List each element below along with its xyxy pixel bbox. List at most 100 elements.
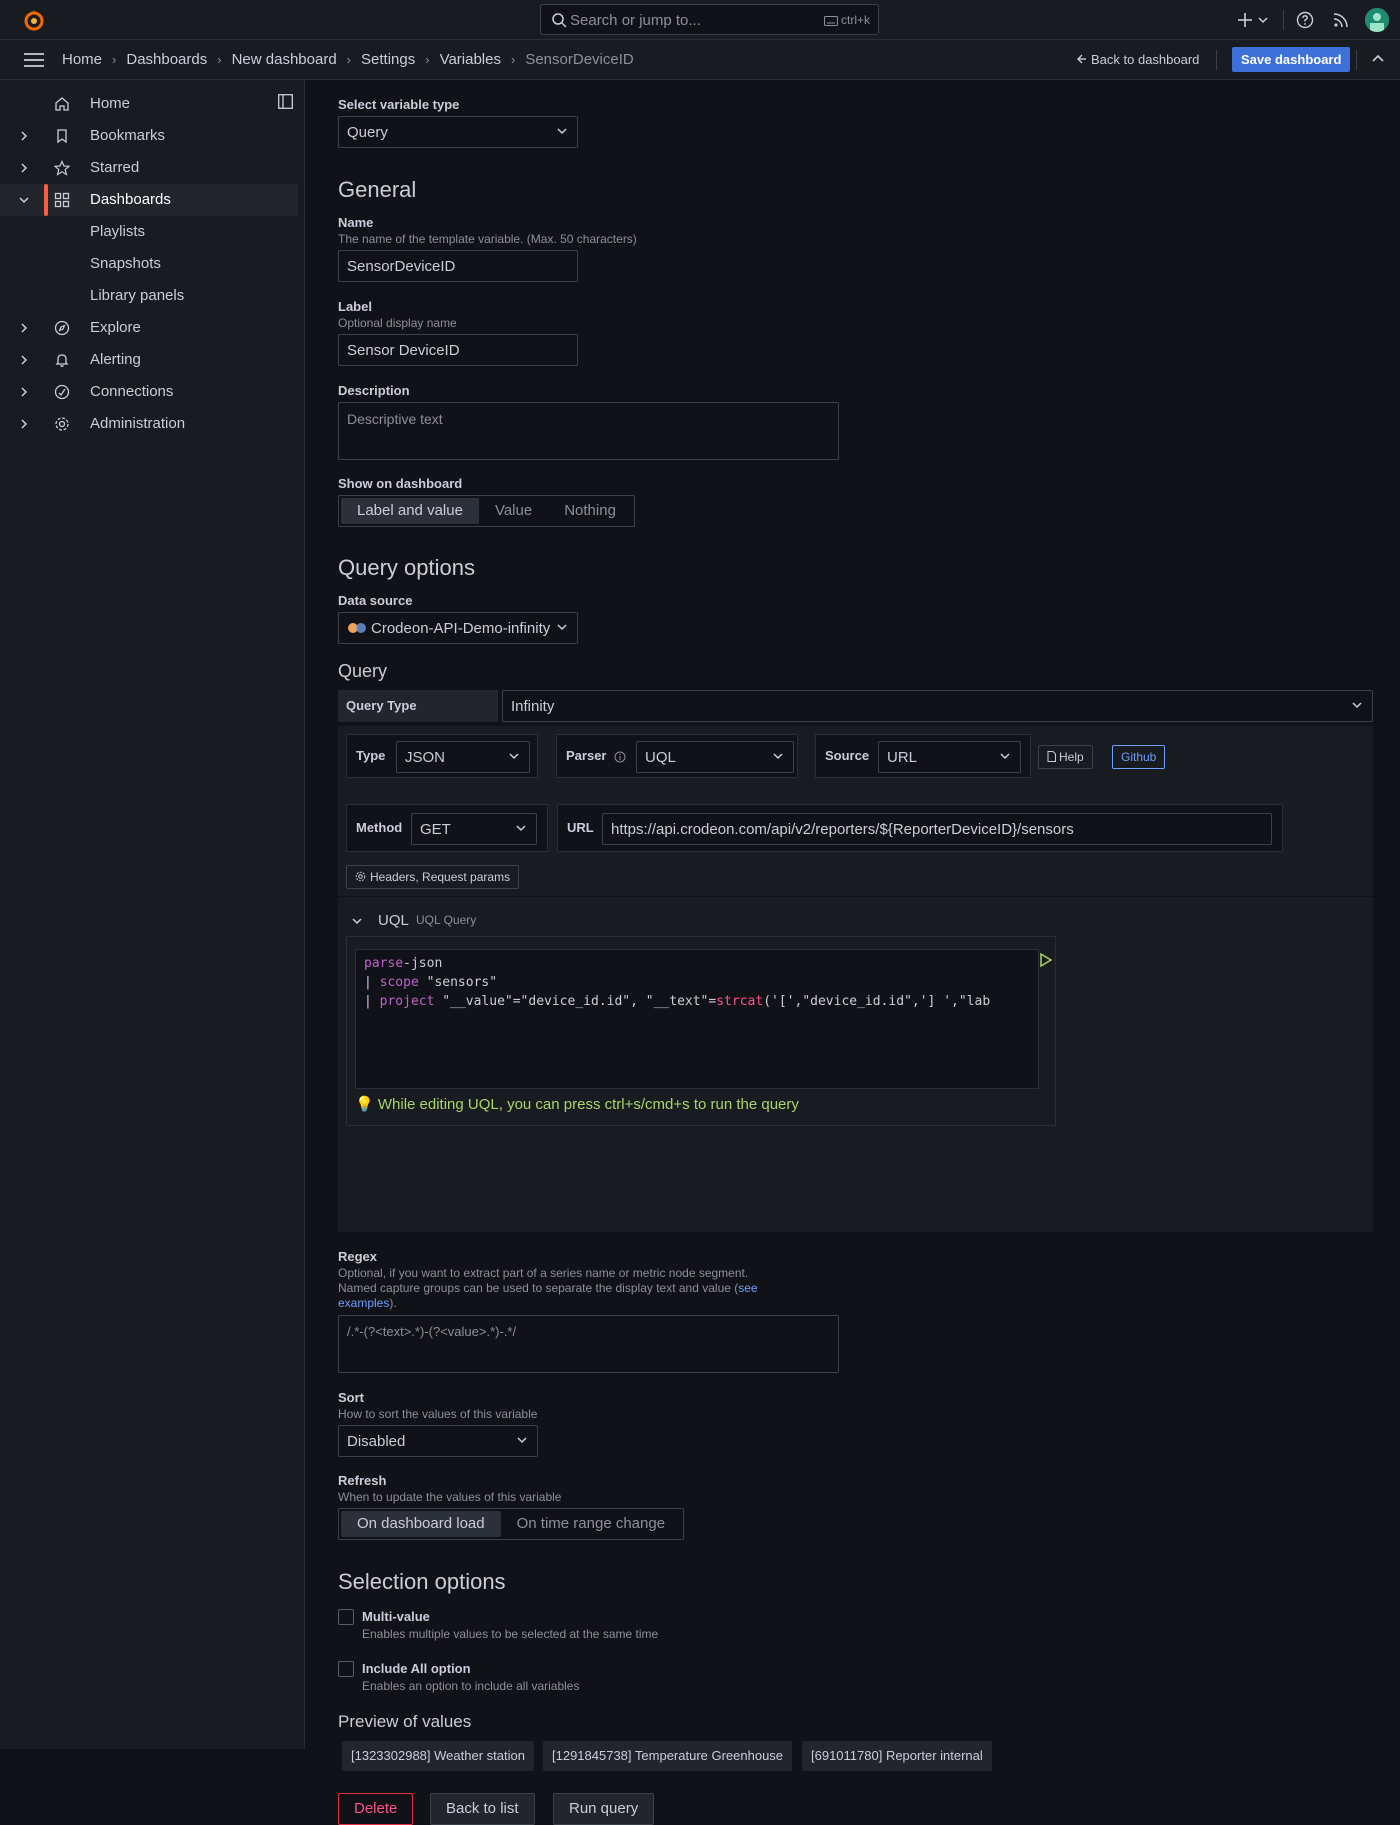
infinity-datasource-icon [348,623,366,633]
see-examples-link[interactable]: see [738,1281,757,1295]
show-option-nothing[interactable]: Nothing [548,498,632,524]
document-icon [1047,751,1056,762]
sidebar-subitem-snapshots[interactable]: Snapshots [90,255,161,272]
query-type-select[interactable]: Infinity [502,690,1373,722]
description-textarea[interactable]: Descriptive text [338,402,839,460]
regex-textarea[interactable]: /.*-(?<text>.*)-(?<value>.*)-.*/ [338,1315,839,1373]
refresh-option-time-range-change[interactable]: On time range change [501,1511,681,1537]
breadcrumb-settings[interactable]: Settings [361,51,415,68]
sidebar-item-home[interactable]: Home [0,88,298,120]
method-label: Method [356,820,403,835]
breadcrumb-variables[interactable]: Variables [440,51,501,68]
info-icon[interactable] [614,751,626,763]
sidebar-item-connections[interactable]: Connections [0,376,298,408]
breadcrumb: Home › Dashboards › New dashboard › Settings › V… [62,51,634,68]
code-line: parse-json [364,956,443,971]
breadcrumb-dashboards[interactable]: Dashboards [126,51,207,68]
data-source-picker[interactable]: Crodeon-API-Demo-infinity [338,612,578,644]
sidebar-item-administration[interactable]: Administration [0,408,298,440]
uql-code-editor[interactable]: parse-json | scope "sensors" | project "__… [355,949,1039,1089]
name-input[interactable]: SensorDeviceID [338,250,578,282]
back-to-dashboard-button[interactable]: Back to dashboard [1077,52,1199,67]
chevron-right-icon[interactable] [20,162,28,174]
uql-editor: parse-json | scope "sensors" | project "__… [346,936,1056,1126]
variable-type-select[interactable]: Query [338,116,578,148]
sidebar-subitem-library-panels[interactable]: Library panels [90,287,184,304]
chevron-down-icon [517,1437,527,1444]
multi-value-checkbox[interactable] [338,1609,354,1625]
include-all-label: Include All option [362,1661,471,1676]
sidebar-subitem-playlists[interactable]: Playlists [90,223,145,240]
sidebar-item-starred[interactable]: Starred [0,152,298,184]
refresh-radio: On dashboard load On time range change [338,1508,685,1540]
keyboard-icon [823,16,838,26]
source-field: Source URL [815,734,1031,778]
chevron-right-icon[interactable] [20,322,28,334]
chevron-right-icon[interactable] [20,130,28,142]
include-all-description: Enables an option to include all variabl… [362,1679,580,1693]
breadcrumb-home[interactable]: Home [62,51,102,68]
add-new-icon[interactable] [1238,12,1272,28]
label-input[interactable]: Sensor DeviceID [338,334,578,366]
sidebar-item-label: Explore [90,319,141,336]
back-to-list-button[interactable]: Back to list [430,1793,535,1825]
divider [1283,10,1284,30]
delete-button[interactable]: Delete [338,1793,414,1825]
show-option-label-and-value[interactable]: Label and value [341,498,479,524]
star-icon [54,160,70,176]
regex-description-2: Named capture groups can be used to sepa… [338,1281,758,1295]
parser-label: Parser [566,748,607,763]
run-query-button[interactable]: Run query [553,1793,655,1825]
type-select[interactable]: JSON [396,741,530,773]
show-option-value[interactable]: Value [479,498,548,524]
type-field: Type JSON [346,734,538,778]
run-query-play-icon[interactable] [1039,953,1053,967]
headers-request-params-button[interactable]: Headers, Request params [346,865,520,889]
help-icon[interactable] [1296,11,1314,29]
search-input[interactable]: Search or jump to... ctrl+k [540,4,879,35]
chevron-right-icon[interactable] [20,418,28,430]
dashboards-grid-icon [54,192,70,208]
url-input[interactable]: https://api.crodeon.com/api/v2/reporters… [602,813,1272,845]
news-feed-icon[interactable] [1332,11,1350,29]
query-editor-panel: Type JSON Parser UQL Source URL Help Git… [338,726,1373,1232]
method-select[interactable]: GET [411,813,537,845]
sidebar-item-alerting[interactable]: Alerting [0,344,298,376]
see-examples-link[interactable]: examples [338,1296,389,1310]
refresh-option-dashboard-load[interactable]: On dashboard load [341,1511,501,1537]
chevron-down-icon[interactable] [352,918,362,925]
compass-icon [54,320,70,336]
lightbulb-icon: 💡 [355,1096,374,1113]
bell-icon [55,354,69,367]
regex-description-3: examples). [338,1296,397,1310]
breadcrumb-new-dashboard[interactable]: New dashboard [232,51,337,68]
preview-value-chip: [1323302988] Weather station [342,1741,534,1771]
arrow-left-icon [1077,54,1086,64]
user-avatar[interactable] [1365,8,1389,32]
chevron-right-icon[interactable] [20,386,28,398]
home-icon [55,97,69,111]
avatar-icon [1365,8,1389,32]
sidebar-item-label: Home [90,95,131,112]
sort-select[interactable]: Disabled [338,1425,538,1457]
gear-icon [355,871,366,882]
chevron-right-icon[interactable] [20,354,28,366]
sidebar-item-bookmarks[interactable]: Bookmarks [0,120,298,152]
save-dashboard-button[interactable]: Save dashboard [1232,47,1351,72]
github-button[interactable]: Github [1112,745,1166,769]
search-placeholder: Search or jump to... [570,12,701,29]
description-label: Description [338,383,410,398]
source-select[interactable]: URL [878,741,1021,773]
code-line: | project "__value"="device_id.id", "__t… [364,994,991,1009]
query-heading: Query [338,661,388,681]
chevron-up-icon[interactable] [1372,54,1384,62]
menu-icon[interactable] [24,52,44,68]
parser-select[interactable]: UQL [636,741,794,773]
include-all-checkbox[interactable] [338,1661,354,1677]
name-description: The name of the template variable. (Max.… [338,232,637,246]
help-button[interactable]: Help [1038,745,1093,769]
chevron-down-icon[interactable] [18,196,30,204]
sidebar-item-dashboards[interactable]: Dashboards [0,184,298,216]
sidebar-item-explore[interactable]: Explore [0,312,298,344]
grafana-logo-icon[interactable] [22,8,46,32]
